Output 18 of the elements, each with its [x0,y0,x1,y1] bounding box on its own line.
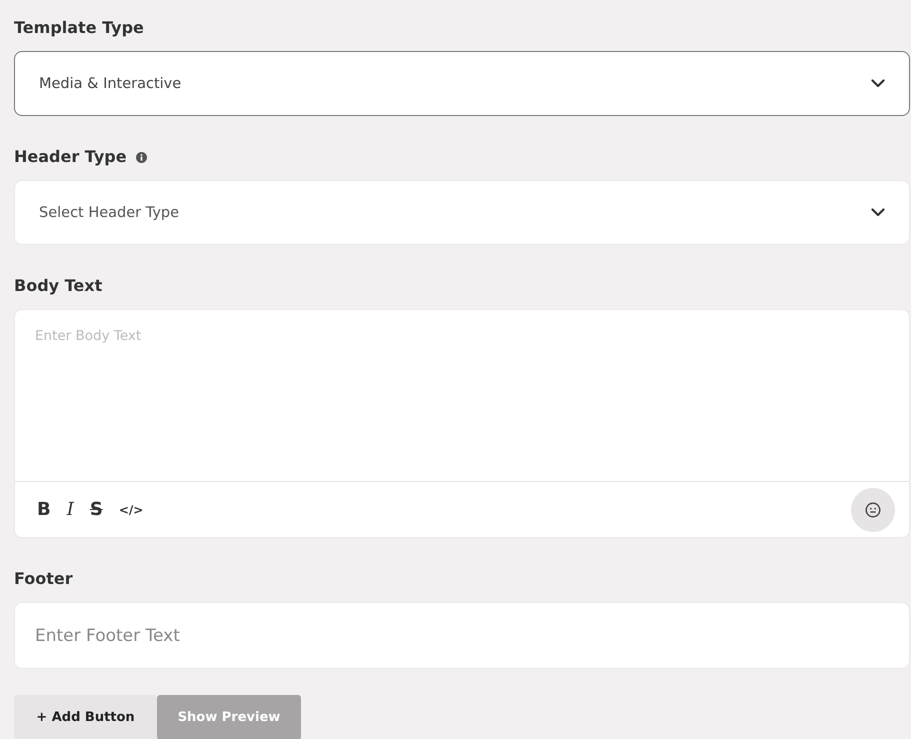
add-button[interactable]: + Add Button [14,695,157,739]
chevron-down-icon [871,208,885,217]
field-label: Footer [14,568,73,590]
code-button[interactable]: </> [118,502,144,516]
italic-button[interactable]: I [66,499,74,520]
dropdown[interactable]: Select Header Type [14,180,910,245]
body-text-field[interactable]: Enter Body Text B I S </> [14,309,910,538]
strikethrough-button[interactable]: S [90,499,103,520]
emoji-button[interactable] [851,488,895,532]
bold-button[interactable]: B [37,499,51,520]
chevron-down-icon [871,79,885,88]
dropdown[interactable]: Media & Interactive [14,51,910,116]
field-label: Body Text [14,275,102,297]
smiley-icon [865,502,881,518]
info-icon[interactable] [136,152,147,162]
field-label: Template Type [14,17,144,39]
field-label: Header Type [14,146,127,168]
footer-field[interactable]: Enter Footer Text [14,602,910,669]
